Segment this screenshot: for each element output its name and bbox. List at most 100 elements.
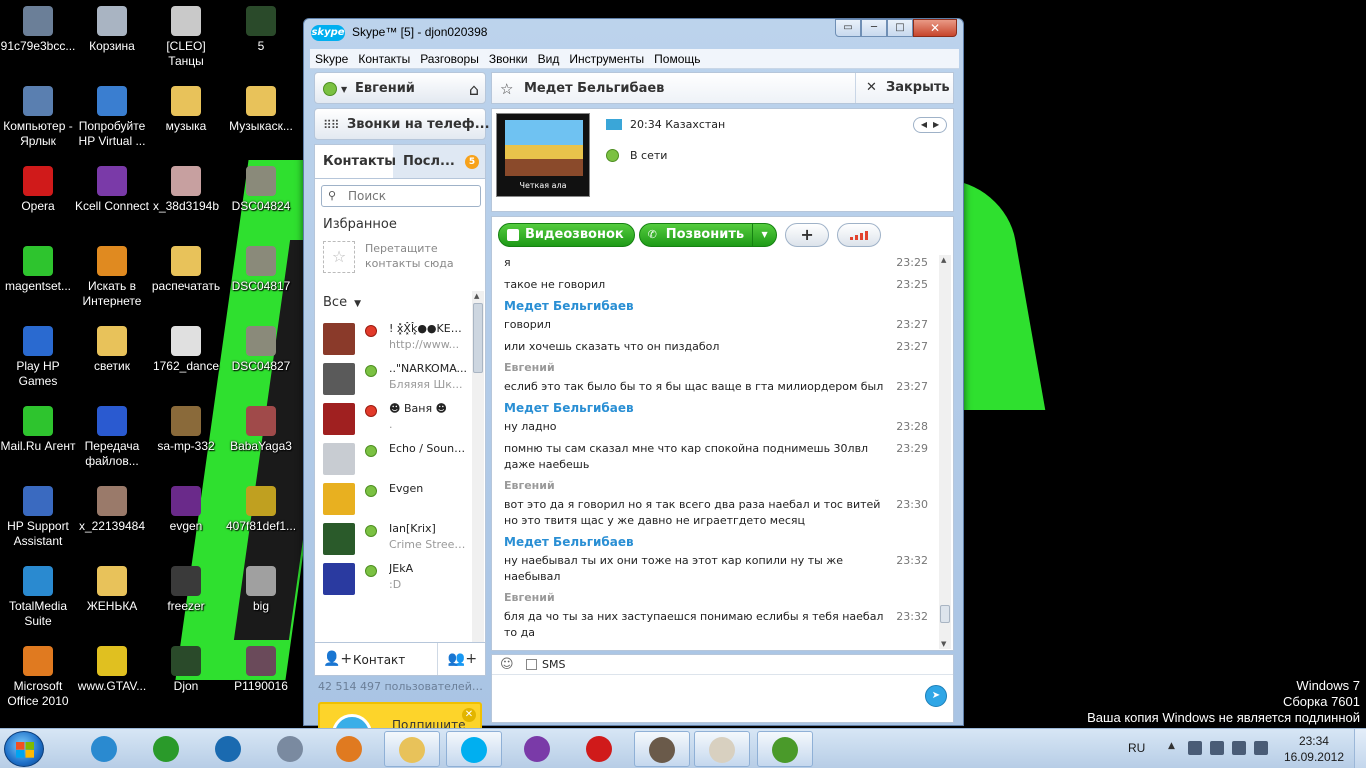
- menu-item[interactable]: Skype: [310, 49, 353, 68]
- desktop-icon[interactable]: TotalMedia Suite: [0, 566, 76, 629]
- message-sender[interactable]: Евгений: [498, 589, 930, 607]
- desktop-icon[interactable]: magentset...: [0, 246, 76, 294]
- desktop-icon[interactable]: светик: [74, 326, 150, 374]
- scroll-down-icon[interactable]: ▼: [941, 640, 946, 648]
- desktop-icon[interactable]: Opera: [0, 166, 76, 214]
- scroll-up-icon[interactable]: ▲: [474, 292, 479, 300]
- contact-item[interactable]: Evgen: [315, 479, 471, 519]
- message-input[interactable]: [498, 681, 908, 717]
- start-button[interactable]: [4, 731, 44, 767]
- gta-samp-taskbar-button[interactable]: [634, 731, 690, 767]
- desktop-icon[interactable]: DSC04817: [223, 246, 299, 294]
- menu-item[interactable]: Помощь: [649, 49, 705, 68]
- close-conversation-button[interactable]: ✕ Закрыть: [855, 73, 953, 103]
- green-folder-taskbar-button[interactable]: [757, 731, 813, 767]
- desktop-icon[interactable]: DSC04824: [223, 166, 299, 214]
- menu-item[interactable]: Вид: [533, 49, 565, 68]
- desktop-icon[interactable]: 91c79e3bcc...: [0, 6, 76, 54]
- message-sender[interactable]: Медет Бельгибаев: [498, 399, 930, 417]
- webcam-app-taskbar-button[interactable]: [263, 731, 319, 767]
- desktop-icon[interactable]: 5: [223, 6, 299, 54]
- desktop-icon[interactable]: Play HP Games: [0, 326, 76, 389]
- minimize-button[interactable]: ─: [861, 19, 887, 37]
- desktop-icon[interactable]: Попробуйте HP Virtual ...: [74, 86, 150, 149]
- kcell-taskbar-button[interactable]: [510, 731, 566, 767]
- chat-scrollbar[interactable]: ▲ ▼: [939, 255, 951, 649]
- desktop-icon[interactable]: [CLEO] Танцы: [148, 6, 224, 69]
- desktop-icon[interactable]: freezer: [148, 566, 224, 614]
- menu-item[interactable]: Контакты: [353, 49, 415, 68]
- action-center-icon[interactable]: [1188, 741, 1202, 755]
- clock[interactable]: 23:34 16.09.2012: [1284, 733, 1344, 765]
- green-app-taskbar-button[interactable]: [139, 731, 195, 767]
- desktop-icon[interactable]: x_38d3194b: [148, 166, 224, 214]
- desktop-icon[interactable]: Корзина: [74, 6, 150, 54]
- add-to-call-button[interactable]: +: [785, 223, 830, 247]
- desktop-icon[interactable]: x_22139484: [74, 486, 150, 534]
- all-contacts-header[interactable]: Все ▼: [323, 295, 361, 310]
- desktop-icon[interactable]: ЖЕНЬКА: [74, 566, 150, 614]
- desktop-icon[interactable]: big: [223, 566, 299, 614]
- internet-explorer-taskbar-button[interactable]: [77, 731, 133, 767]
- media-player-taskbar-button[interactable]: [322, 731, 378, 767]
- volume-icon[interactable]: [1254, 741, 1268, 755]
- scroll-thumb[interactable]: [940, 605, 950, 623]
- home-icon[interactable]: ⌂: [469, 80, 479, 99]
- contact-item[interactable]: .."NARKOMA... Бляяяя Шк...: [315, 359, 471, 399]
- desktop-icon[interactable]: Kcell Connect: [74, 166, 150, 214]
- contact-item[interactable]: ! x͓̽X͓̽k͓̽●●KENT... http://www...: [315, 319, 471, 359]
- desktop-icon[interactable]: sa-mp-332: [148, 406, 224, 454]
- contacts-scrollbar[interactable]: ▲ ▼: [472, 291, 484, 661]
- desktop-icon[interactable]: P1190016: [223, 646, 299, 694]
- desktop-icon[interactable]: BabaYaga3: [223, 406, 299, 454]
- scroll-thumb[interactable]: [473, 303, 483, 373]
- desktop-icon[interactable]: evgen: [148, 486, 224, 534]
- network-icon[interactable]: [1232, 741, 1246, 755]
- call-options-chevron-icon[interactable]: ▼: [752, 224, 776, 246]
- desktop-icon[interactable]: Mail.Ru Агент: [0, 406, 76, 454]
- menu-item[interactable]: Разговоры: [415, 49, 484, 68]
- desktop-icon[interactable]: HP Support Assistant: [0, 486, 76, 549]
- desktop-icon[interactable]: 407f81def1...: [223, 486, 299, 534]
- wifi-app-taskbar-button[interactable]: [201, 731, 257, 767]
- desktop-icon[interactable]: www.GTAV...: [74, 646, 150, 694]
- scroll-up-icon[interactable]: ▲: [941, 256, 946, 264]
- favorite-star-icon[interactable]: ☆: [500, 80, 513, 98]
- send-message-button[interactable]: ➤: [925, 685, 947, 707]
- call-button[interactable]: ✆ Позвонить ▼: [638, 223, 778, 247]
- message-sender[interactable]: Медет Бельгибаев: [498, 297, 930, 315]
- desktop-icon[interactable]: Компьютер - Ярлык: [0, 86, 76, 149]
- menu-item[interactable]: Инструменты: [564, 49, 649, 68]
- contact-item[interactable]: JEkA:D: [315, 559, 471, 599]
- desktop-icon[interactable]: Музыкаск...: [223, 86, 299, 134]
- call-quality-button[interactable]: [837, 223, 882, 247]
- create-group-icon[interactable]: 👥+: [437, 643, 487, 675]
- maximize-button[interactable]: □: [887, 19, 913, 37]
- language-indicator[interactable]: RU: [1128, 741, 1145, 755]
- menu-item[interactable]: Звонки: [484, 49, 533, 68]
- search-input[interactable]: [348, 188, 476, 204]
- close-promo-icon[interactable]: ✕: [462, 708, 476, 722]
- sms-checkbox[interactable]: [526, 659, 537, 670]
- desktop-icon[interactable]: DSC04827: [223, 326, 299, 374]
- title-bar[interactable]: skype Skype™ [5] - djon020398 ▭ ─ □ ✕: [304, 19, 963, 47]
- desktop-icon[interactable]: 1762_dance: [148, 326, 224, 374]
- mail-taskbar-button[interactable]: [694, 731, 750, 767]
- emoticon-icon[interactable]: ☺: [500, 657, 514, 672]
- video-call-button[interactable]: Видеозвонок: [498, 223, 635, 247]
- opera-taskbar-button[interactable]: [572, 731, 628, 767]
- add-contact-icon[interactable]: 👤+: [323, 651, 352, 667]
- desktop-icon[interactable]: распечатать: [148, 246, 224, 294]
- desktop-icon[interactable]: Djon: [148, 646, 224, 694]
- restore-small-button[interactable]: ▭: [835, 19, 861, 37]
- message-sender[interactable]: Медет Бельгибаев: [498, 533, 930, 551]
- contact-item[interactable]: ☻ Ваня ☻.: [315, 399, 471, 439]
- tab-recent[interactable]: Посл... 5: [395, 145, 487, 178]
- desktop-icon[interactable]: Microsoft Office 2010: [0, 646, 76, 709]
- tray-expand-icon[interactable]: ▲: [1168, 741, 1182, 755]
- user-status-button[interactable]: ▼ Евгений ⌂: [314, 72, 486, 104]
- contact-avatar[interactable]: Четкая ала: [496, 113, 590, 197]
- close-button[interactable]: ✕: [913, 19, 957, 37]
- contact-item[interactable]: Echo / Sound...: [315, 439, 471, 479]
- message-sender[interactable]: Евгений: [498, 359, 930, 377]
